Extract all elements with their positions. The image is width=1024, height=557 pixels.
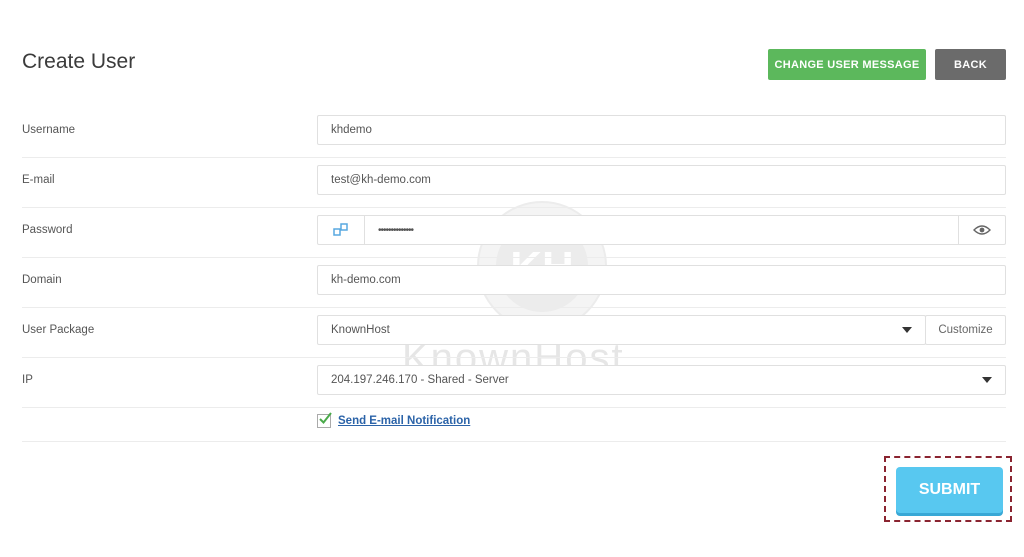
username-label: Username (22, 124, 76, 136)
page-title: Create User (22, 50, 136, 73)
user-package-select[interactable]: KnownHost (317, 315, 926, 345)
password-label: Password (22, 224, 73, 236)
password-row: Password •••••••••••••• (22, 207, 1006, 258)
show-password-button[interactable] (958, 216, 1005, 244)
domain-row: Domain kh-demo.com (22, 257, 1006, 308)
checkmark-icon (319, 412, 332, 425)
back-button[interactable]: BACK (935, 49, 1006, 80)
key-generate-icon (333, 223, 348, 236)
user-package-label: User Package (22, 324, 95, 336)
username-input[interactable]: khdemo (317, 115, 1006, 145)
change-user-message-button[interactable]: CHANGE USER MESSAGE (768, 49, 926, 80)
email-input[interactable]: test@kh-demo.com (317, 165, 1006, 195)
ip-select[interactable]: 204.197.246.170 - Shared - Server (317, 365, 1006, 395)
password-field: •••••••••••••• (317, 215, 1006, 245)
notification-checkbox[interactable] (317, 412, 332, 428)
send-email-notification[interactable]: Send E-mail Notification (317, 412, 470, 428)
domain-label: Domain (22, 274, 62, 286)
chevron-down-icon (902, 327, 912, 333)
username-row: Username khdemo (22, 107, 1006, 158)
chevron-down-icon (982, 377, 992, 383)
email-row: E-mail test@kh-demo.com (22, 157, 1006, 208)
divider (22, 441, 1006, 442)
ip-row: IP 204.197.246.170 - Shared - Server (22, 357, 1006, 408)
generate-password-button[interactable] (318, 216, 365, 244)
notification-label[interactable]: Send E-mail Notification (338, 415, 470, 427)
email-label: E-mail (22, 174, 55, 186)
password-input[interactable]: •••••••••••••• (365, 225, 414, 236)
ip-label: IP (22, 374, 33, 386)
user-package-row: User Package KnownHost Customize (22, 307, 1006, 358)
eye-icon (973, 225, 991, 235)
customize-package-button[interactable]: Customize (925, 315, 1006, 345)
domain-input[interactable]: kh-demo.com (317, 265, 1006, 295)
submit-button[interactable]: SUBMIT (896, 467, 1003, 513)
